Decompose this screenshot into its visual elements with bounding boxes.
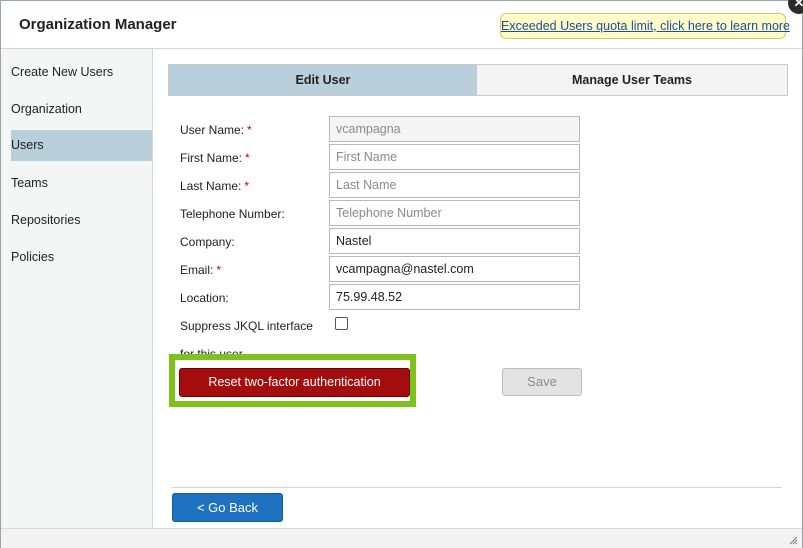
tab-bar: Edit User Manage User Teams [168, 64, 788, 96]
first-name-label: First Name: * [180, 151, 250, 165]
email-label-text: Email: [180, 263, 214, 277]
sidebar-item-label: Organization [11, 102, 82, 116]
sidebar-item-policies[interactable]: Policies [11, 242, 152, 273]
required-mark: * [247, 123, 252, 137]
sidebar-item-label: Policies [11, 250, 55, 264]
quota-exceeded-link[interactable]: Exceeded Users quota limit, click here t… [500, 13, 790, 39]
first-name-field[interactable] [329, 144, 580, 170]
dialog-title: Organization Manager [19, 16, 177, 33]
email-label: Email: * [180, 263, 221, 277]
sidebar-item-label: Create New Users [11, 65, 114, 79]
suppress-jkql-checkbox[interactable] [335, 317, 348, 330]
sidebar-item-users[interactable]: Users [11, 130, 152, 161]
required-mark: * [216, 263, 222, 277]
telephone-field[interactable] [329, 200, 580, 226]
company-label: Company: [180, 235, 235, 249]
resize-grip-icon[interactable] [788, 535, 798, 545]
username-label: User Name: * [180, 123, 252, 137]
save-button[interactable]: Save [502, 368, 582, 396]
sidebar-item-teams[interactable]: Teams [11, 168, 152, 199]
sidebar: Create New Users Organization Users Team… [1, 49, 153, 528]
last-name-label: Last Name: * [180, 179, 249, 193]
required-mark: * [244, 179, 250, 193]
telephone-label: Telephone Number: [180, 207, 285, 221]
title-bar: Organization Manager Exceeded Users quot… [1, 1, 802, 49]
username-field[interactable] [329, 116, 580, 142]
status-bar [1, 528, 802, 548]
first-name-label-text: First Name: [180, 151, 243, 165]
tab-edit-user[interactable]: Edit User [169, 65, 477, 95]
suppress-jkql-label: Suppress JKQL interface [180, 319, 313, 333]
required-mark: * [245, 151, 250, 165]
sidebar-item-label: Teams [11, 176, 48, 190]
company-field[interactable] [329, 228, 580, 254]
sidebar-item-create-new-users[interactable]: Create New Users [11, 57, 152, 88]
location-field[interactable] [329, 284, 580, 310]
last-name-label-text: Last Name: [180, 179, 242, 193]
tab-manage-user-teams[interactable]: Manage User Teams [477, 65, 787, 95]
reset-two-factor-button[interactable]: Reset two-factor authentication [179, 368, 410, 397]
location-label: Location: [180, 291, 229, 305]
last-name-field[interactable] [329, 172, 580, 198]
organization-manager-dialog: Organization Manager Exceeded Users quot… [0, 0, 803, 548]
sidebar-item-label: Repositories [11, 213, 81, 227]
suppress-jkql-label-line2: for this user [180, 347, 243, 354]
sidebar-item-label: Users [11, 138, 44, 152]
sidebar-item-repositories[interactable]: Repositories [11, 205, 152, 236]
main-content: Edit User Manage User Teams User Name: * … [153, 49, 802, 528]
email-field[interactable] [329, 256, 580, 282]
divider [172, 487, 782, 488]
username-label-text: User Name: [180, 123, 245, 137]
sidebar-item-organization[interactable]: Organization [11, 94, 152, 125]
go-back-button[interactable]: < Go Back [172, 493, 283, 522]
